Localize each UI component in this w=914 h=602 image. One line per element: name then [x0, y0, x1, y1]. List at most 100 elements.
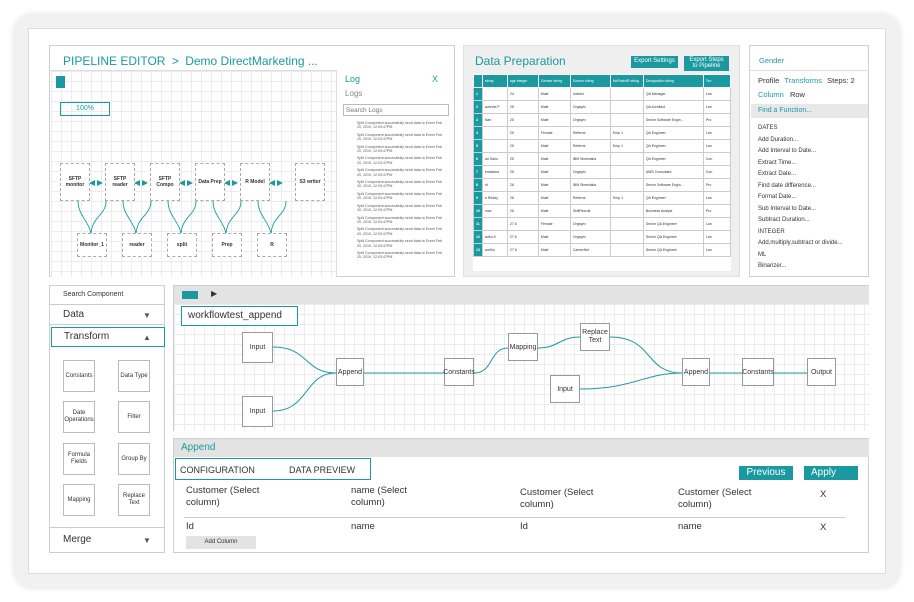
table-cell[interactable]: 24	[506, 87, 539, 101]
table-cell[interactable]: enastava	[481, 165, 508, 179]
table-cell[interactable]: QA Engineer	[642, 191, 704, 205]
workflow-node-mapping[interactable]: Mapping	[508, 333, 538, 361]
workflow-node-append[interactable]: Append	[336, 358, 364, 386]
function-item[interactable]: Add,multiply,subtract or divide...	[758, 238, 866, 250]
table-cell[interactable]	[609, 113, 644, 127]
pipeline-node[interactable]: SFTP reader	[105, 163, 135, 201]
component-group-by[interactable]: Group By	[118, 443, 150, 475]
category-merge[interactable]: Merge ▼	[50, 527, 165, 553]
table-cell[interactable]: avenda P	[481, 100, 508, 114]
table-cell[interactable]: 25	[506, 139, 539, 153]
column-header[interactable]: Tex	[702, 74, 731, 88]
table-cell[interactable]: Con	[702, 152, 731, 166]
workflow-node-input[interactable]: Input	[550, 375, 580, 403]
table-cell[interactable]: 26	[506, 178, 539, 192]
tab-configuration[interactable]: CONFIGURATION	[180, 465, 255, 475]
table-cell[interactable]: Orgsyrix	[569, 113, 611, 127]
apply-button[interactable]: Apply	[804, 466, 858, 480]
row-index[interactable]: 11	[473, 217, 483, 231]
table-cell[interactable]: Lan	[702, 100, 731, 114]
table-cell[interactable]: a Reddy	[481, 191, 508, 205]
table-cell[interactable]: Lan	[702, 139, 731, 153]
table-cell[interactable]	[609, 243, 644, 257]
row-index[interactable]: 1	[473, 87, 483, 101]
column-header[interactable]: string	[481, 74, 508, 88]
table-cell[interactable]: Male	[537, 100, 571, 114]
function-item[interactable]: Subtract Duration...	[758, 215, 866, 227]
row-index[interactable]: 13	[473, 243, 483, 257]
table-cell[interactable]: Male	[537, 152, 571, 166]
function-item[interactable]: Extract Time...	[758, 158, 866, 170]
row-index[interactable]: 10	[473, 204, 483, 218]
table-cell[interactable]: AWS Consultant	[642, 165, 704, 179]
function-item[interactable]: Add Interval to Date...	[758, 146, 866, 158]
table-cell[interactable]: Senior QA Engineer	[642, 230, 704, 244]
table-cell[interactable]: SkillRecruit	[569, 204, 611, 218]
table-cell[interactable]: 26	[506, 191, 539, 205]
table-cell[interactable]: Emp 1	[609, 191, 644, 205]
table-cell[interactable]: Lan	[702, 230, 731, 244]
column-header[interactable]: age integer	[506, 74, 539, 88]
row-index[interactable]: 3	[473, 113, 483, 127]
add-column-button[interactable]: Add Column	[186, 536, 256, 549]
table-cell[interactable]: Nari	[481, 113, 508, 127]
table-cell[interactable]: andhu	[481, 243, 508, 257]
column-header[interactable]	[473, 74, 483, 88]
workflow-node-input[interactable]: Input	[242, 332, 273, 363]
component-mapping[interactable]: Mapping	[63, 484, 95, 516]
table-cell[interactable]: Female	[537, 217, 571, 231]
table-cell[interactable]: QA Engineer	[642, 152, 704, 166]
pipeline-canvas[interactable]: 100% SFTP monitor SFTP reader SFTP Compo…	[51, 71, 336, 277]
component-replace-text[interactable]: Replace Text	[118, 484, 150, 516]
table-cell[interactable]	[481, 217, 508, 231]
table-cell[interactable]: QA Engineer	[642, 126, 704, 140]
table-cell[interactable]: 27.6	[506, 230, 539, 244]
table-cell[interactable]: Pro	[702, 178, 731, 192]
table-cell[interactable]: adhu K	[481, 230, 508, 244]
row-index[interactable]: 8	[473, 178, 483, 192]
table-cell[interactable]: Referral	[569, 139, 611, 153]
table-cell[interactable]: Senior Software Engin...	[642, 113, 704, 127]
column-header[interactable]: Gender string	[537, 74, 571, 88]
table-cell[interactable]: 25	[506, 100, 539, 114]
table-cell[interactable]: Business Analyst	[642, 204, 704, 218]
table-cell[interactable]: QA Architect	[642, 100, 704, 114]
table-cell[interactable]: Male	[537, 243, 571, 257]
table-cell[interactable]: Male	[537, 230, 571, 244]
play-icon[interactable]: ▶	[211, 289, 217, 298]
workflow-node-input[interactable]: Input	[242, 396, 273, 427]
pipeline-node[interactable]: reader	[122, 233, 152, 257]
table-cell[interactable]	[609, 178, 644, 192]
table-cell[interactable]: Orgsyrix	[569, 217, 611, 231]
table-cell[interactable]: Orgsyrix	[569, 165, 611, 179]
workflow-node-output[interactable]: Output	[807, 358, 836, 386]
workflow-node-constants[interactable]: Constants	[443, 358, 475, 386]
row-index[interactable]: 12	[473, 230, 483, 244]
log-close-button[interactable]: X	[432, 74, 438, 84]
table-cell[interactable]: 26	[506, 204, 539, 218]
table-cell[interactable]: 25	[506, 152, 539, 166]
pipeline-node[interactable]: Monitor_1	[77, 233, 107, 257]
function-item[interactable]: Format Date...	[758, 192, 866, 204]
pipeline-node[interactable]: R Model	[240, 163, 270, 201]
pipeline-node[interactable]: SFTP Compo	[150, 163, 180, 201]
pipeline-node[interactable]: Data Prep	[195, 163, 225, 201]
row-index[interactable]: 4	[473, 126, 483, 140]
row-index[interactable]: 6	[473, 152, 483, 166]
pipeline-node[interactable]: R	[257, 233, 287, 257]
table-cell[interactable]: QA Engineer	[642, 139, 704, 153]
column-select[interactable]: name (Select column)	[351, 485, 441, 509]
workflow-toggle-button[interactable]	[182, 291, 198, 299]
pipeline-node[interactable]: Prep	[212, 233, 242, 257]
component-date-operations[interactable]: Date Operations	[63, 401, 95, 433]
row-index[interactable]: 7	[473, 165, 483, 179]
subtab-row[interactable]: Row	[790, 90, 805, 99]
tab-transforms[interactable]: Transforms	[784, 76, 822, 85]
table-cell[interactable]	[609, 87, 644, 101]
table-cell[interactable]: mac	[481, 204, 508, 218]
pipeline-node[interactable]: SFTP monitor	[60, 163, 90, 201]
table-cell[interactable]: Pro	[702, 113, 731, 127]
table-cell[interactable]	[481, 87, 508, 101]
column-select[interactable]: Customer (Select column)	[520, 487, 610, 511]
search-component-input[interactable]: Search Component	[63, 291, 123, 298]
